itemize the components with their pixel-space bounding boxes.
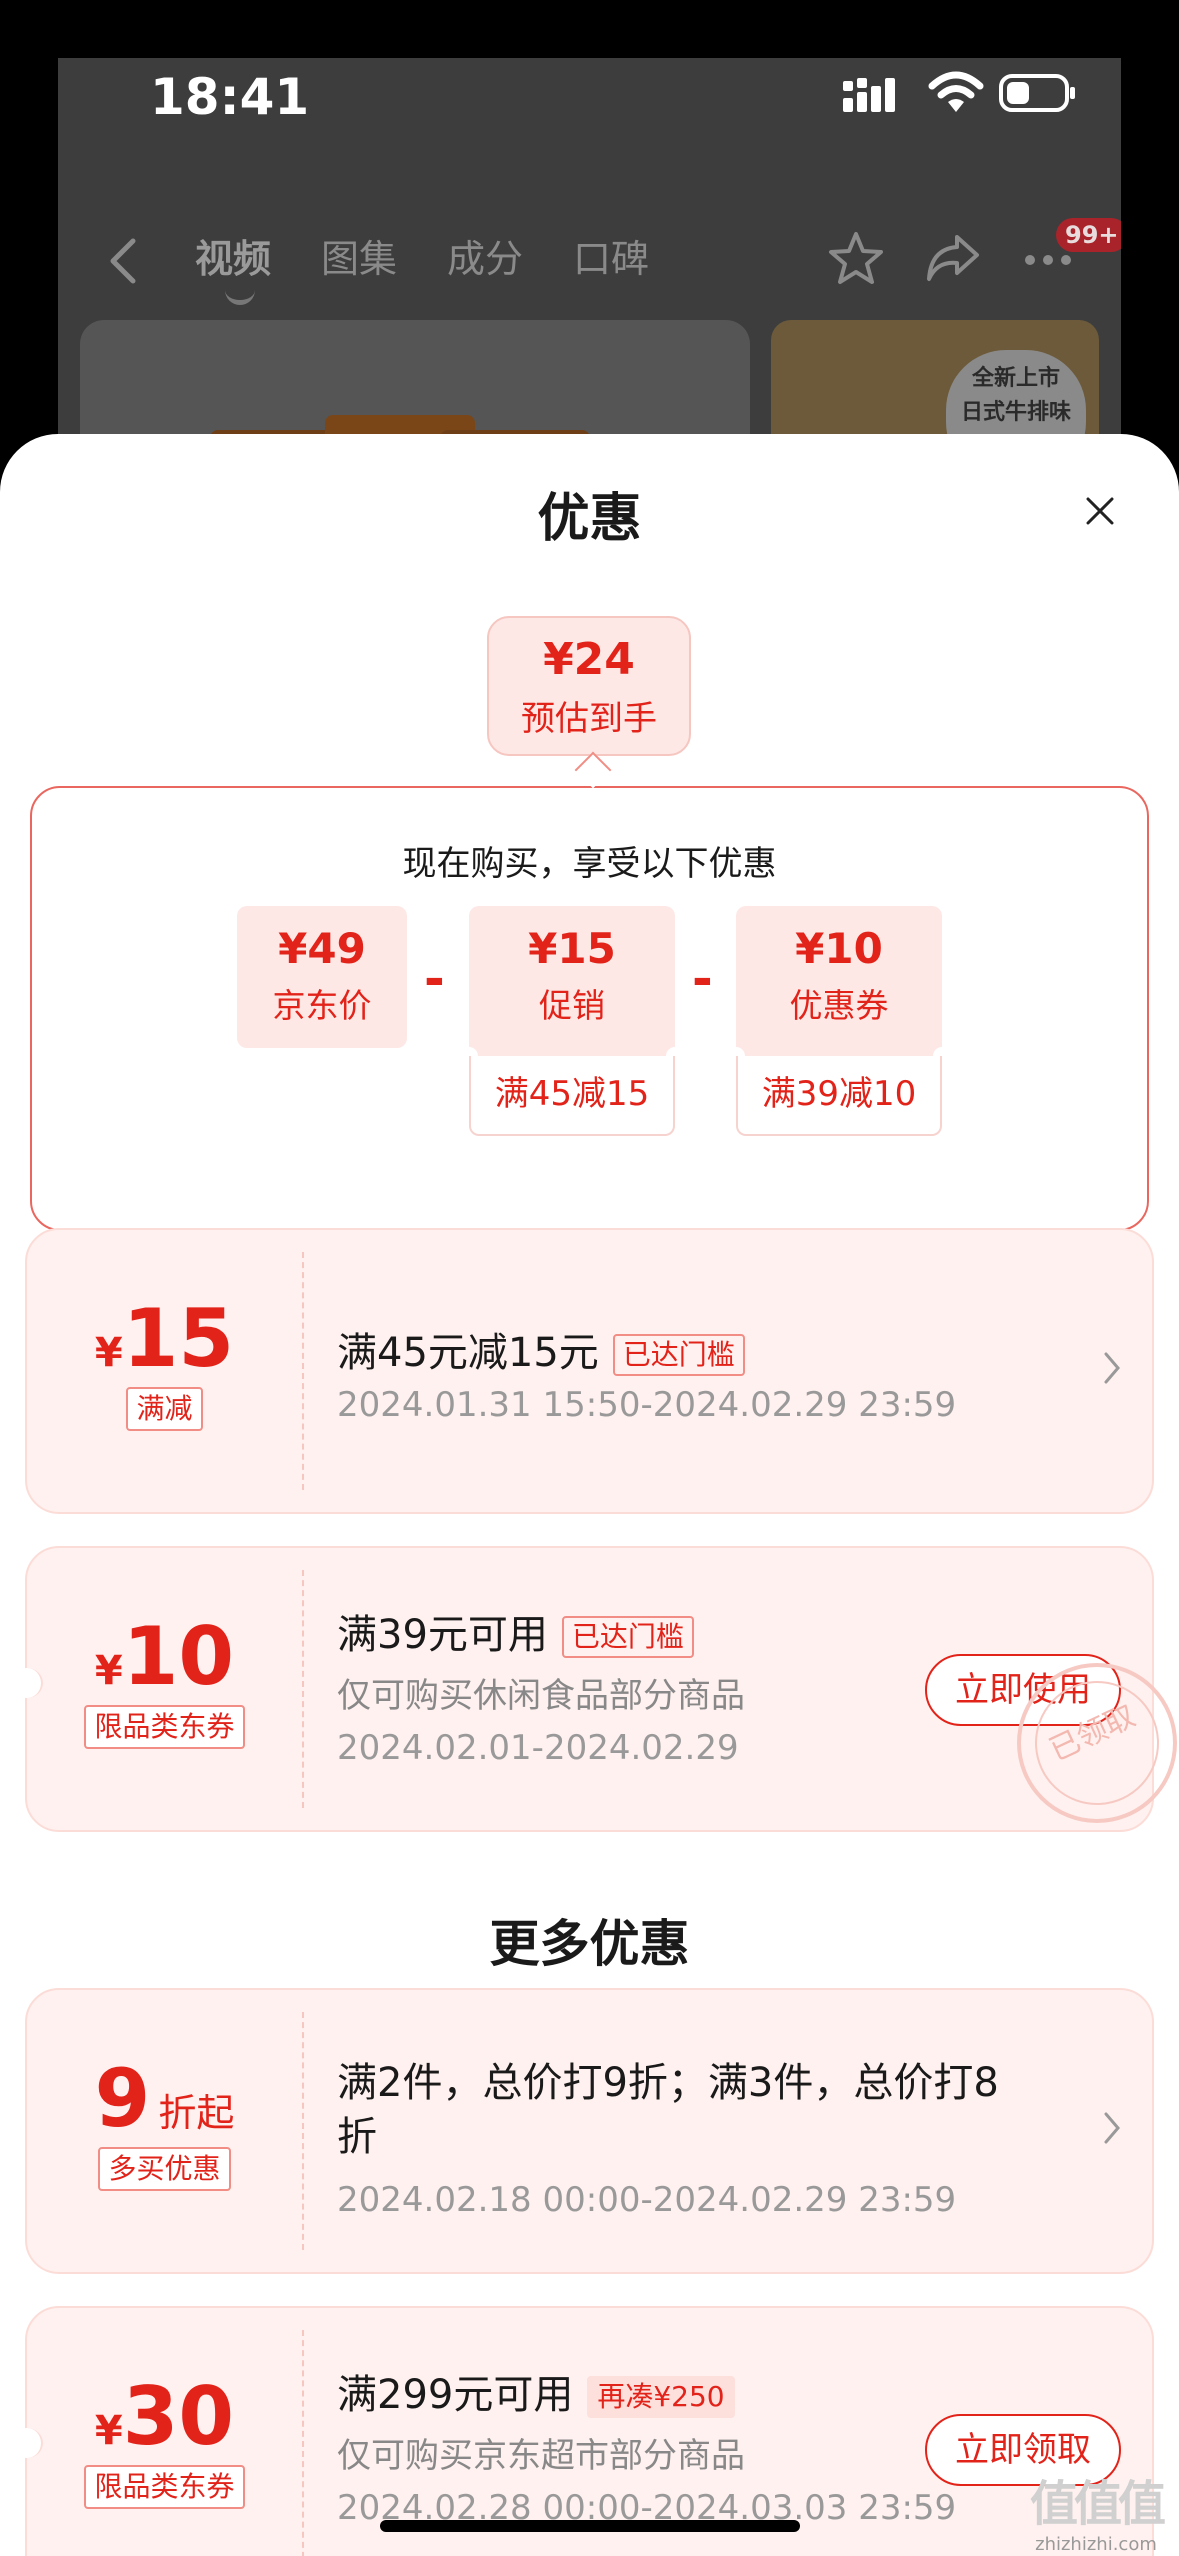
discount-sheet: 优惠 ¥24 预估到手 现在购买，享受以下优惠 ¥49 京东价 - ¥15 促销… — [0, 434, 1179, 2556]
coupon-type-tag: 限品类东券 — [84, 2465, 245, 2509]
estimated-price: ¥24 预估到手 — [487, 616, 691, 756]
home-indicator — [380, 2520, 800, 2532]
coupon-scope: 仅可购买休闲食品部分商品 — [337, 1676, 745, 1716]
offer-type-tag: 满减 — [126, 1387, 203, 1431]
close-icon[interactable] — [1085, 496, 1115, 526]
tab-gallery[interactable]: 图集 — [321, 228, 397, 283]
multi-buy-title: 满2件，总价打9折；满3件，总价打8 折 — [337, 2060, 999, 2160]
product-tabs: 视频 图集 成分 口碑 — [195, 228, 649, 305]
threshold-reached-badge: 已达门槛 — [561, 1616, 694, 1658]
estimated-price-value: ¥24 — [543, 634, 635, 685]
remaining-amount-badge: 再凑¥250 — [587, 2376, 735, 2418]
signal-icon — [843, 78, 895, 112]
coupon-type-tag: 限品类东券 — [84, 1705, 245, 1749]
tab-video[interactable]: 视频 — [195, 228, 271, 305]
breakdown-coupon: ¥10 优惠券 — [727, 906, 951, 1065]
coupon-condition: 满39减10 — [736, 1056, 942, 1136]
minus-sign: - — [692, 950, 713, 1008]
estimated-price-label: 预估到手 — [521, 699, 657, 739]
offer-card-full-reduction[interactable]: ¥15 满减 满45元减15元 已达门槛 2024.01.31 15:50-202… — [25, 1228, 1154, 1514]
chevron-right-icon[interactable] — [1102, 2110, 1122, 2146]
threshold-reached-badge: 已达门槛 — [612, 1334, 745, 1376]
coupon-amount: ¥30 — [94, 2370, 235, 2463]
coupon-time: 2024.02.01-2024.02.29 — [337, 1728, 739, 1768]
wifi-icon — [928, 71, 984, 112]
offer-card-category-coupon: ¥10 限品类东券 满39元可用 已达门槛 仅可购买休闲食品部分商品 2024.0… — [11, 1546, 1179, 1832]
notification-badge: 99+ — [1056, 218, 1121, 252]
watermark: 值值值 zhizhizhi.com — [1030, 2476, 1166, 2555]
chevron-right-icon[interactable] — [1102, 1350, 1122, 1386]
breakdown-heading: 现在购买，享受以下优惠 — [402, 844, 777, 884]
offer-card-supermarket-coupon: ¥30 限品类东券 满299元可用 再凑¥250 仅可购买京东超市部分商品 202… — [11, 2306, 1154, 2556]
offer-title: 满45元减15元 已达门槛 — [337, 1320, 745, 1378]
price-breakdown: 现在购买，享受以下优惠 ¥49 京东价 - ¥15 促销 满45减15 - ¥1… — [30, 786, 1149, 1231]
coupon-title: 满299元可用 再凑¥250 — [337, 2362, 735, 2420]
breakdown-jd-price: ¥49 京东价 — [237, 906, 407, 1048]
multi-buy-time: 2024.02.18 00:00-2024.02.29 23:59 — [337, 2180, 957, 2220]
promotion-condition: 满45减15 — [469, 1056, 675, 1136]
offer-time: 2024.01.31 15:50-2024.02.29 23:59 — [337, 1385, 957, 1425]
minus-sign: - — [424, 950, 445, 1008]
star-icon[interactable] — [828, 231, 884, 285]
coupon-amount: ¥10 — [94, 1610, 235, 1703]
multi-buy-tag: 多买优惠 — [98, 2147, 231, 2191]
breakdown-promotion: ¥15 促销 — [460, 906, 684, 1065]
back-icon[interactable] — [108, 236, 138, 286]
share-icon[interactable] — [925, 233, 981, 283]
more-icon[interactable] — [1023, 253, 1073, 267]
coupon-scope: 仅可购买京东超市部分商品 — [337, 2436, 745, 2476]
status-time: 18:41 — [150, 68, 310, 126]
offer-amount: ¥15 — [94, 1292, 235, 1385]
tab-reviews[interactable]: 口碑 — [573, 228, 649, 283]
more-offers-title: 更多优惠 — [489, 1915, 690, 1973]
offer-card-multi-buy[interactable]: 9 折起 多买优惠 满2件，总价打9折；满3件，总价打8 折 2024.02.18 … — [25, 1988, 1154, 2274]
discount-amount: 9 折起 — [94, 2052, 235, 2145]
sheet-title: 优惠 — [537, 489, 642, 549]
breakdown-pointer — [574, 751, 612, 789]
tab-ingredients[interactable]: 成分 — [447, 228, 523, 283]
claimed-stamp: 已领取 — [1014, 1660, 1179, 1826]
coupon-title: 满39元可用 已达门槛 — [337, 1602, 694, 1660]
battery-icon — [999, 74, 1075, 112]
